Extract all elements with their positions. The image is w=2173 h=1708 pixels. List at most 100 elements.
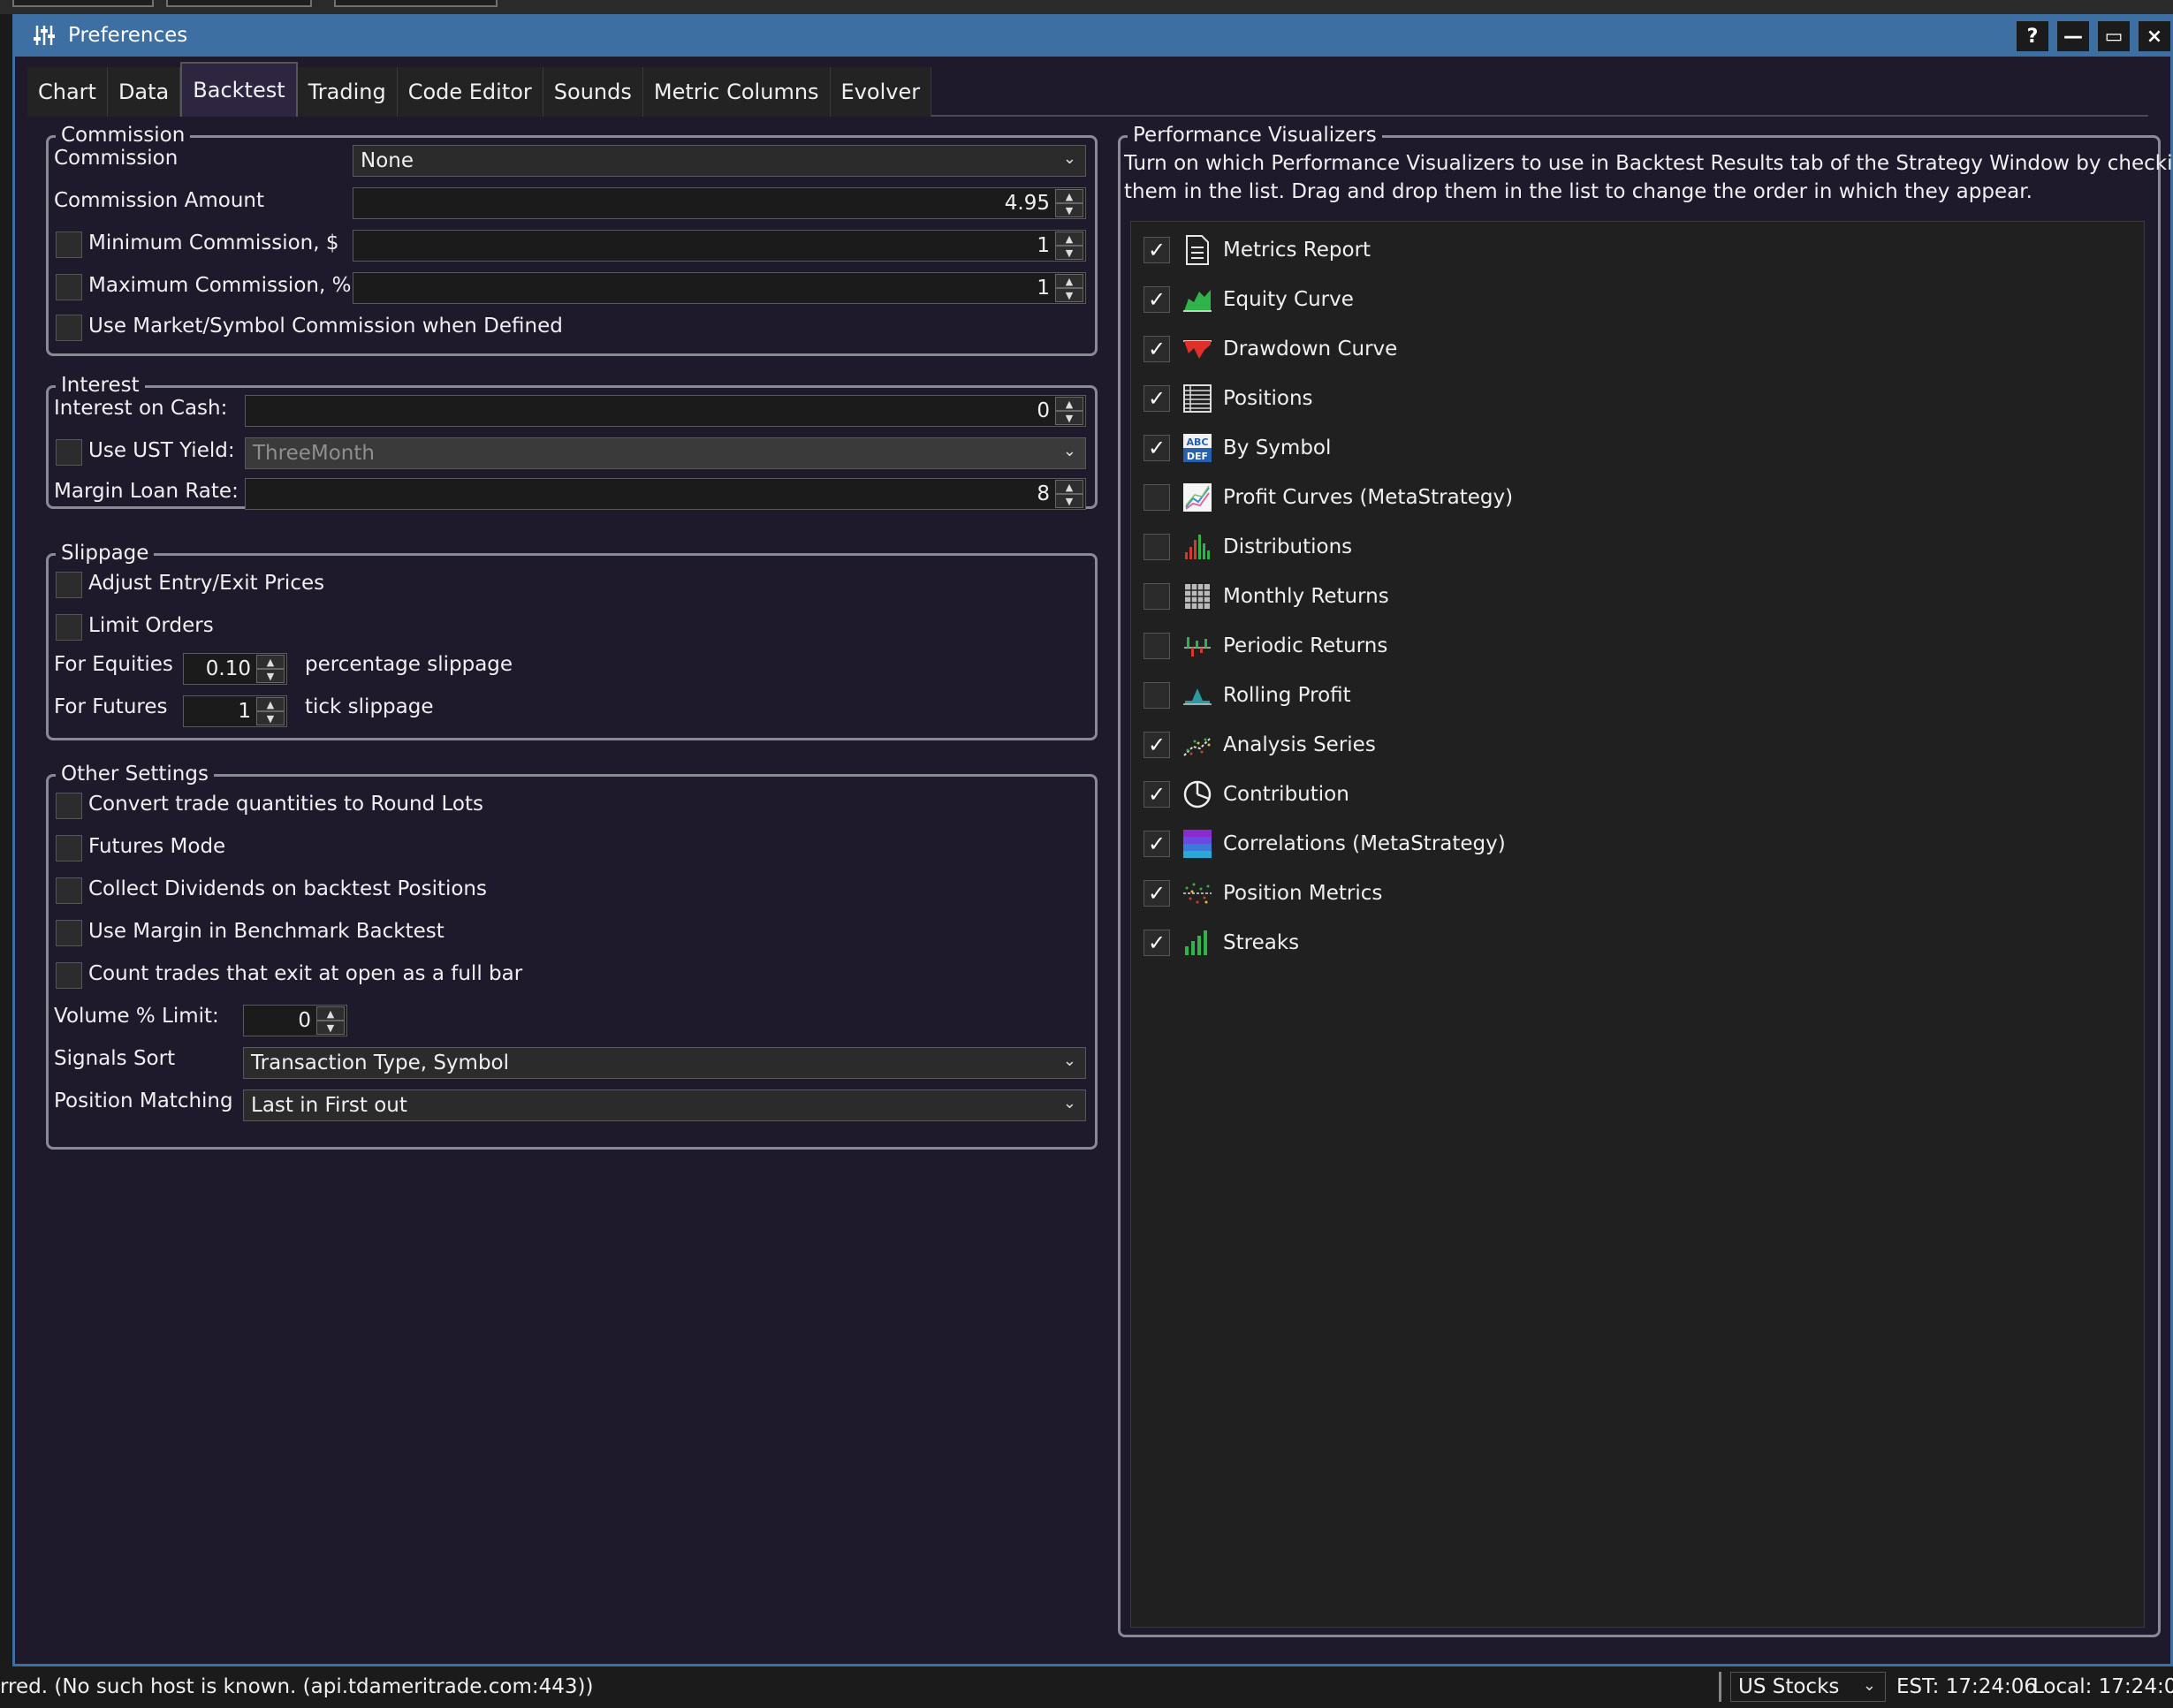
analysis-series-icon [1182,730,1212,760]
list-item[interactable]: ✓ Position Metrics [1143,876,1382,911]
visualizer-label: Streaks [1223,931,1300,954]
maximum-commission-checkbox[interactable] [56,274,82,300]
help-button[interactable]: ? [2017,21,2048,51]
spin-down-button[interactable]: ▼ [256,711,285,725]
commission-amount-value: 4.95 [1004,192,1050,215]
visualizer-checkbox[interactable]: ✓ [1143,237,1170,263]
visualizer-checkbox[interactable] [1143,682,1170,709]
full-bar-label: Count trades that exit at open as a full… [88,962,523,985]
spin-down-button[interactable]: ▼ [316,1021,345,1035]
title-bar[interactable]: Preferences ? — ▭ × [15,14,2170,57]
visualizer-checkbox[interactable]: ✓ [1143,930,1170,956]
tab-sounds[interactable]: Sounds [543,67,643,117]
visualizer-label: Drawdown Curve [1223,338,1398,361]
visualizer-list[interactable]: ✓ Metrics Report ✓ Equity Curve ✓ Drawdo… [1130,221,2145,1628]
visualizer-checkbox[interactable]: ✓ [1143,336,1170,362]
minimum-commission-checkbox[interactable] [56,232,82,258]
list-item[interactable]: ✓ ABC DEF By Symbol [1143,430,1331,466]
minimum-commission-spinner[interactable]: 1 ▲ ▼ [353,230,1086,262]
list-item[interactable]: ✓ Streaks [1143,925,1299,960]
adjust-prices-checkbox[interactable] [56,572,82,598]
futures-slippage-spinner[interactable]: 1 ▲ ▼ [183,695,287,727]
maximum-commission-spinner[interactable]: 1 ▲ ▼ [353,272,1086,304]
margin-benchmark-checkbox[interactable] [56,920,82,946]
visualizer-checkbox[interactable] [1143,534,1170,560]
volume-limit-spinner[interactable]: 0 ▲ ▼ [243,1005,347,1036]
interest-on-cash-spinner[interactable]: 0 ▲ ▼ [245,395,1086,427]
limit-orders-checkbox[interactable] [56,614,82,641]
list-item[interactable]: Profit Curves (MetaStrategy) [1143,480,1513,515]
tab-data[interactable]: Data [107,67,181,117]
spin-down-button[interactable]: ▼ [1055,494,1083,508]
spin-down-button[interactable]: ▼ [1055,203,1083,217]
equity-curve-icon [1182,285,1212,315]
list-item[interactable]: ✓ Correlations (MetaStrategy) [1143,826,1506,862]
for-futures-label: For Futures [54,695,168,718]
signals-sort-select[interactable]: Transaction Type, Symbol ⌄ [243,1047,1086,1079]
visualizer-checkbox[interactable] [1143,484,1170,511]
list-item[interactable]: ✓ Drawdown Curve [1143,331,1397,367]
ust-yield-select[interactable]: ThreeMonth ⌄ [245,437,1086,469]
spin-up-button[interactable]: ▲ [1055,480,1083,494]
market-commission-checkbox[interactable] [56,315,82,341]
round-lots-checkbox[interactable] [56,793,82,819]
spin-up-button[interactable]: ▲ [1055,274,1083,288]
slippage-group: Slippage Adjust Entry/Exit Prices Limit … [46,542,1098,740]
dividends-checkbox[interactable] [56,877,82,904]
market-select[interactable]: US Stocks ⌄ [1730,1672,1886,1702]
spin-up-button[interactable]: ▲ [1055,189,1083,203]
list-item[interactable]: ✓ Equity Curve [1143,282,1354,317]
list-item[interactable]: Monthly Returns [1143,579,1389,614]
spin-down-button[interactable]: ▼ [1055,288,1083,302]
spin-down-button[interactable]: ▼ [1055,246,1083,260]
spin-down-button[interactable]: ▼ [1055,411,1083,425]
tab-evolver[interactable]: Evolver [830,67,932,117]
maximize-button[interactable]: ▭ [2098,21,2130,51]
commission-amount-spinner[interactable]: 4.95 ▲ ▼ [353,187,1086,219]
list-item[interactable]: ✓ Positions [1143,381,1313,416]
list-item[interactable]: Rolling Profit [1143,678,1351,713]
spin-down-button[interactable]: ▼ [256,669,285,683]
tab-trading[interactable]: Trading [297,67,398,117]
close-button[interactable]: × [2139,21,2170,51]
spin-up-button[interactable]: ▲ [1055,232,1083,246]
visualizer-checkbox[interactable] [1143,633,1170,659]
tab-chart[interactable]: Chart [27,67,108,117]
maximum-commission-label: Maximum Commission, % [88,274,352,297]
list-item[interactable]: ✓ Contribution [1143,777,1349,812]
pie-chart-icon [1182,779,1212,809]
visualizer-checkbox[interactable]: ✓ [1143,781,1170,808]
minimize-button[interactable]: — [2057,21,2089,51]
spin-up-button[interactable]: ▲ [256,655,285,669]
futures-mode-checkbox[interactable] [56,835,82,862]
list-item[interactable]: ✓ Metrics Report [1143,232,1371,268]
visualizer-checkbox[interactable]: ✓ [1143,732,1170,758]
list-item[interactable]: Periodic Returns [1143,628,1387,664]
commission-select[interactable]: None ⌄ [353,145,1086,177]
margin-loan-rate-spinner[interactable]: 8 ▲ ▼ [245,478,1086,510]
spin-up-button[interactable]: ▲ [316,1006,345,1021]
full-bar-checkbox[interactable] [56,962,82,989]
visualizer-label: Contribution [1223,783,1349,806]
list-item[interactable]: Distributions [1143,529,1352,565]
preferences-window: Preferences ? — ▭ × Chart Data Backtest … [12,14,2173,1666]
visualizer-checkbox[interactable]: ✓ [1143,286,1170,313]
visualizer-checkbox[interactable]: ✓ [1143,385,1170,412]
visualizer-checkbox[interactable]: ✓ [1143,831,1170,857]
tab-code-editor[interactable]: Code Editor [397,67,543,117]
for-equities-label: For Equities [54,653,173,676]
visualizer-checkbox[interactable] [1143,583,1170,610]
position-matching-select[interactable]: Last in First out ⌄ [243,1089,1086,1121]
tab-backtest[interactable]: Backtest [180,62,298,117]
background-tab [12,0,154,7]
list-item[interactable]: ✓ Analysis Series [1143,727,1376,763]
tab-metric-columns[interactable]: Metric Columns [642,67,831,117]
spin-up-button[interactable]: ▲ [256,697,285,711]
slippage-legend: Slippage [56,542,155,565]
ust-yield-checkbox[interactable] [56,439,82,466]
visualizer-checkbox[interactable]: ✓ [1143,435,1170,461]
svg-text:ABC: ABC [1187,436,1209,448]
equities-slippage-spinner[interactable]: 0.10 ▲ ▼ [183,653,287,685]
visualizer-checkbox[interactable]: ✓ [1143,880,1170,907]
spin-up-button[interactable]: ▲ [1055,397,1083,411]
